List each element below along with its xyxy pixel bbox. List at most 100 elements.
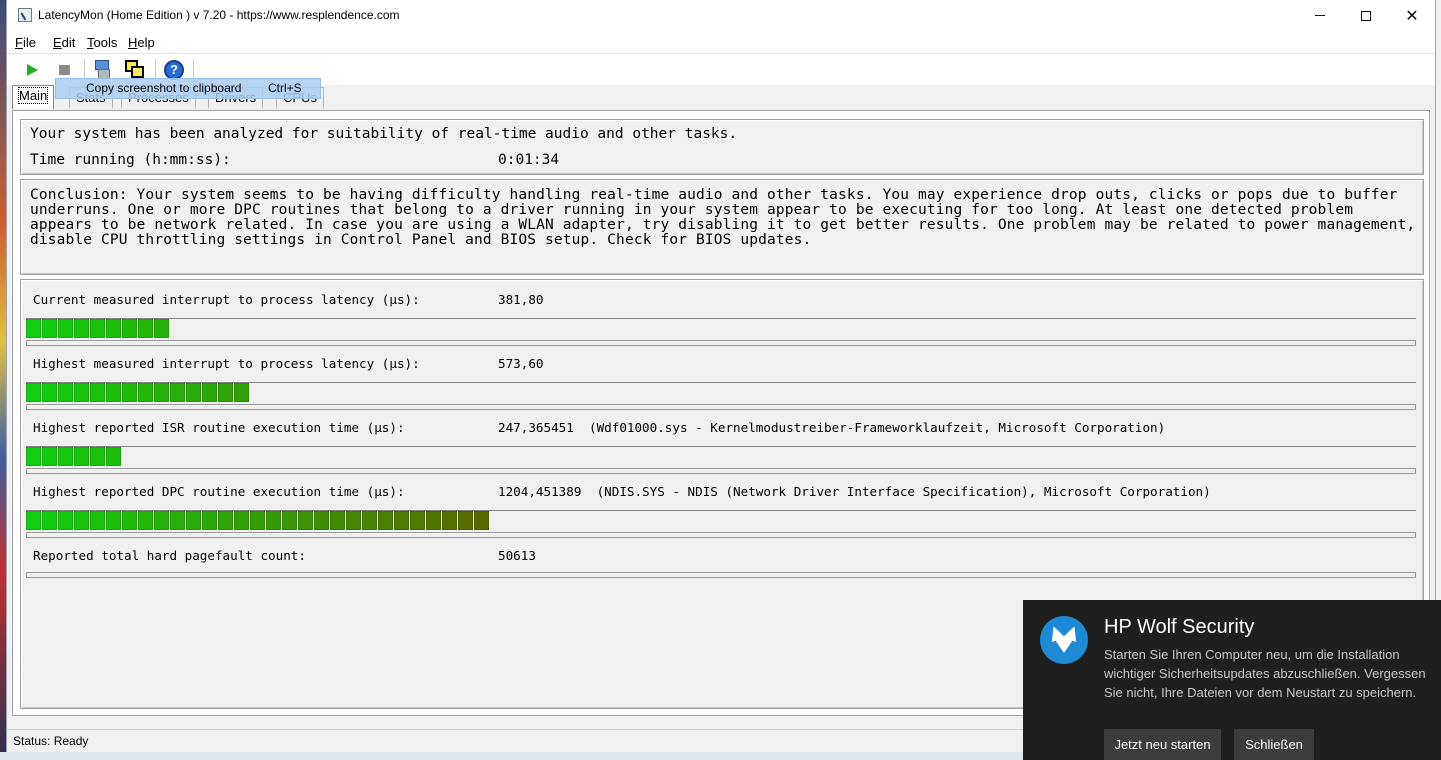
bar-segment [58,383,73,402]
bar-segment [282,511,297,530]
metric-label: Highest reported ISR routine execution t… [33,420,405,435]
bar-segment [474,511,489,530]
metric-scale [26,532,1416,538]
restart-now-button[interactable]: Jetzt neu starten [1104,729,1221,760]
bar-segment [250,511,265,530]
wolf-icon [1040,616,1088,664]
bar-segment [58,319,73,338]
wrench-icon[interactable] [93,60,113,80]
bar-segment [26,447,41,466]
bar-segment [106,447,121,466]
bar-segment [362,511,377,530]
conclusion-text: Conclusion: Your system seems to be havi… [30,187,1416,248]
bar-segment [106,319,121,338]
bar-segment [42,383,57,402]
bar-segment [90,383,105,402]
minimize-button[interactable] [1297,0,1343,31]
time-running-label: Time running (h:mm:ss): [30,152,231,168]
menu-help[interactable]: Help [128,35,155,50]
bar-segment [170,511,185,530]
bar-segment [26,319,41,338]
summary-text: Your system has been analyzed for suitab… [30,126,738,142]
metric-scale [26,340,1416,346]
metric-scale [26,572,1416,578]
bar-segment [410,511,425,530]
bar-segment [186,383,201,402]
summary-panel: Your system has been analyzed for suitab… [20,119,1424,175]
latency-bar [26,319,170,338]
bar-segment [314,511,329,530]
bar-segment [378,511,393,530]
stop-icon[interactable] [59,65,70,75]
metric-label: Current measured interrupt to process la… [33,292,420,307]
metric-scale [26,404,1416,410]
tab-main[interactable]: Main [12,85,55,109]
bar-segment [202,383,217,402]
bar-segment [154,319,169,338]
bar-segment [234,383,249,402]
status-text: Status: Ready [13,734,89,748]
menu-bar: File Edit Tools Help [7,31,1435,53]
bar-segment [58,511,73,530]
bar-segment [394,511,409,530]
metric-label: Highest measured interrupt to process la… [33,356,420,371]
bar-segment [106,511,121,530]
conclusion-panel: Conclusion: Your system seems to be havi… [20,179,1424,275]
bar-segment [138,511,153,530]
bar-segment [218,383,233,402]
metric-value: 247,365451 (Wdf01000.sys - Kernelmodustr… [498,420,1166,435]
toast-body: Starten Sie Ihren Computer neu, um die I… [1104,647,1426,700]
bar-segment [266,511,281,530]
metric-value: 381,80 [498,292,544,307]
title-bar: LatencyMon (Home Edition ) v 7.20 - http… [7,0,1435,31]
bar-segment [186,511,201,530]
bar-segment [122,319,137,338]
bar-segment [90,511,105,530]
latency-bar [26,383,250,402]
bar-segment [138,383,153,402]
toast-title: HP Wolf Security [1104,616,1255,638]
bar-segment [58,447,73,466]
notification-toast: HP Wolf Security Starten Sie Ihren Compu… [1023,600,1441,760]
bar-segment [42,511,57,530]
bar-segment [106,383,121,402]
close-toast-button[interactable]: Schließen [1234,729,1314,760]
close-button[interactable]: ✕ [1389,0,1435,31]
help-icon[interactable]: ? [164,60,184,80]
bar-segment [74,383,89,402]
metric-value: 1204,451389 (NDIS.SYS - NDIS (Network Dr… [498,484,1211,499]
bar-segment [458,511,473,530]
tooltip-text: Copy screenshot to clipboard [86,81,242,95]
play-icon[interactable] [27,64,38,76]
bar-segment [90,447,105,466]
menu-file[interactable]: File [15,35,36,50]
bar-segment [90,319,105,338]
metric-value: 50613 [498,548,536,563]
bar-segment [298,511,313,530]
menu-edit[interactable]: Edit [53,35,75,50]
bar-segment [74,511,89,530]
bar-segment [74,447,89,466]
bar-segment [138,319,153,338]
bar-segment [426,511,441,530]
tooltip-shortcut: Ctrl+S [268,81,302,95]
maximize-icon [1361,10,1371,21]
maximize-button[interactable] [1343,0,1389,31]
metric-label: Reported total hard pagefault count: [33,548,306,563]
bar-segment [26,383,41,402]
bar-segment [330,511,345,530]
latency-bar [26,447,122,466]
bar-segment [42,447,57,466]
time-running-value: 0:01:34 [498,152,560,168]
bar-segment [74,319,89,338]
minimize-icon [1315,15,1325,16]
menu-tools[interactable]: Tools [87,35,117,50]
copy-screenshot-icon[interactable] [125,60,145,80]
window-title: LatencyMon (Home Edition ) v 7.20 - http… [38,8,400,22]
latency-bar [26,511,490,530]
bar-segment [26,511,41,530]
bar-segment [122,383,137,402]
tooltip: Copy screenshot to clipboard Ctrl+S [55,78,321,99]
metric-value: 573,60 [498,356,544,371]
bar-segment [202,511,217,530]
